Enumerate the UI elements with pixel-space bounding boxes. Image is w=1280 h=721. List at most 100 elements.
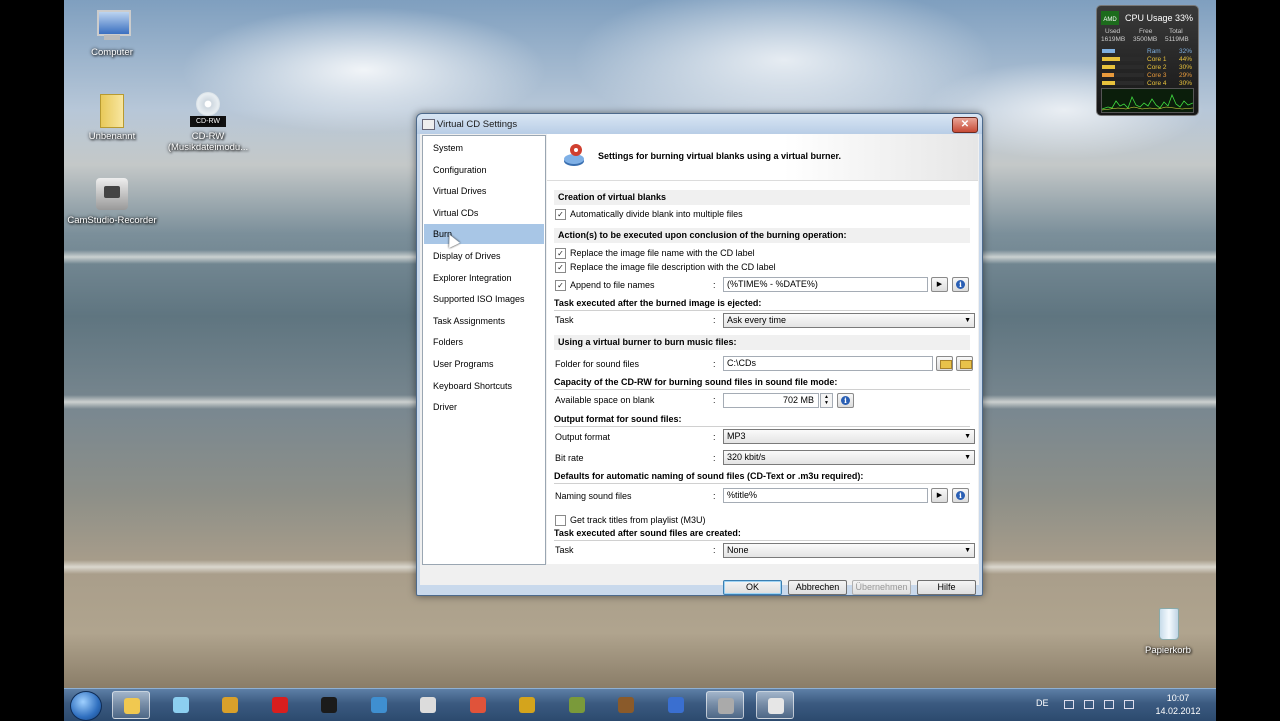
checkbox-replace-name[interactable]: ✓ (555, 248, 566, 259)
naming-input[interactable]: %title% (723, 488, 928, 503)
dialog-titlebar[interactable]: Virtual CD Settings ✕ (417, 114, 982, 134)
info-icon: i (956, 280, 965, 289)
apply-button[interactable]: Übernehmen (852, 580, 911, 595)
nav-item-explorer-integration[interactable]: Explorer Integration (424, 268, 544, 288)
action-center-flag-icon[interactable] (1084, 700, 1094, 709)
cancel-button[interactable]: Abbrechen (788, 580, 847, 595)
nav-item-burn[interactable]: Burn (424, 224, 544, 245)
folder-reset-icon (960, 360, 972, 369)
network-icon[interactable] (1104, 700, 1114, 709)
append-pattern-input[interactable]: (%TIME% - %DATE%) (723, 277, 928, 292)
usage-bar-name: Core 1 (1147, 56, 1167, 63)
space-info-button[interactable]: i (837, 393, 854, 408)
close-icon: ✕ (960, 119, 970, 130)
mem-header-free: Free (1139, 28, 1153, 35)
nav-item-driver[interactable]: Driver (424, 397, 544, 417)
nav-item-keyboard-shortcuts[interactable]: Keyboard Shortcuts (424, 376, 544, 396)
nav-item-supported-iso-images[interactable]: Supported ISO Images (424, 289, 544, 309)
nav-item-virtual-drives[interactable]: Virtual Drives (424, 181, 544, 201)
usage-bar (1102, 73, 1144, 77)
taskbar-app-opera[interactable] (261, 691, 299, 719)
computer-icon (94, 8, 131, 44)
usage-bar-label: Core 1 44% (1147, 56, 1192, 63)
help-button[interactable]: Hilfe (917, 580, 976, 595)
chevron-down-icon: ▼ (964, 547, 971, 554)
append-info-button[interactable]: i (952, 277, 969, 292)
cpu-usage-gadget[interactable]: AMD CPU Usage 33% Used Free Total 1619MB… (1096, 5, 1199, 116)
checkbox-divide[interactable]: ✓ (555, 209, 566, 220)
desktop-icon-label: Papierkorb (1145, 645, 1191, 656)
taskbar-app-app-warrior[interactable] (607, 691, 645, 719)
explorer-icon (124, 698, 140, 714)
nav-item-user-programs[interactable]: User Programs (424, 354, 544, 374)
desktop-icon-label: CamStudio-Recorder (67, 215, 157, 226)
task-after-sound-select[interactable]: None ▼ (723, 543, 975, 558)
dialog-title: Virtual CD Settings (437, 119, 518, 130)
app-coins-icon (519, 697, 535, 713)
taskbar-app-virtual-cd[interactable] (755, 691, 794, 719)
chevron-down-icon: ▼ (964, 433, 971, 440)
close-button[interactable]: ✕ (952, 117, 978, 133)
nav-item-folders[interactable]: Folders (424, 332, 544, 352)
checkbox-append[interactable]: ✓ (555, 280, 566, 291)
taskbar-app-camstudio[interactable] (706, 691, 744, 719)
nav-item-configuration[interactable]: Configuration (424, 160, 544, 180)
browse-folder-button[interactable] (936, 356, 953, 371)
desktop-icon-unbenannt[interactable]: Unbenannt (64, 92, 160, 142)
append-insert-button[interactable]: ▶ (931, 277, 948, 292)
taskbar-app-app-stormtrooper[interactable] (409, 691, 447, 719)
settings-panel: Settings for burning virtual blanks usin… (547, 134, 978, 564)
bitrate-select[interactable]: 320 kbit/s ▼ (723, 450, 975, 465)
usage-bar-name: Core 3 (1147, 72, 1167, 79)
taskbar-app-app-bird[interactable] (459, 691, 497, 719)
checkbox-replace-desc[interactable]: ✓ (555, 262, 566, 273)
checkbox-track-titles[interactable] (555, 515, 566, 526)
opera-icon (271, 697, 288, 713)
nav-item-display-of-drives[interactable]: Display of Drives (424, 246, 544, 266)
camstudio-icon (718, 698, 734, 714)
desktop-icon-camstudio[interactable]: CamStudio-Recorder (64, 176, 160, 226)
taskbar-app-app-pen[interactable] (211, 691, 249, 719)
usage-bar-label: Ram 32% (1147, 48, 1192, 55)
output-format-select[interactable]: MP3 ▼ (723, 429, 975, 444)
ok-button[interactable]: OK (723, 580, 782, 595)
mem-header-used: Used (1105, 28, 1121, 35)
clock-time[interactable]: 10:07 (1148, 693, 1208, 703)
show-hidden-icons-icon[interactable] (1064, 700, 1074, 709)
volume-icon[interactable] (1124, 700, 1134, 709)
usage-bar-label: Core 4 30% (1147, 80, 1192, 87)
taskbar-app-app-shield[interactable] (558, 691, 596, 719)
desktop-icon-label: Computer (91, 47, 133, 58)
taskbar-app-app-blue[interactable] (162, 691, 200, 719)
language-indicator[interactable]: DE (1036, 698, 1049, 708)
taskbar-app-itunes[interactable] (657, 691, 695, 719)
naming-info-button[interactable]: i (952, 488, 969, 503)
field-colon: : (713, 359, 716, 369)
usage-bar-value: 30% (1178, 64, 1192, 71)
taskbar-app-app-globe[interactable] (360, 691, 398, 719)
desktop-icon-cd-rw[interactable]: CD-RW CD-RW (Musikdateimodu... (160, 92, 256, 153)
desktop-icon-label: CD-RW (191, 131, 225, 142)
chevron-down-icon: ▼ (964, 317, 971, 324)
desktop-icon-computer[interactable]: Computer (64, 8, 160, 58)
desktop-icon-recycle-bin[interactable]: Papierkorb (1120, 606, 1216, 656)
reset-folder-button[interactable] (956, 356, 973, 371)
taskbar-app-explorer[interactable] (112, 691, 150, 719)
section-output: Output format for sound files: (554, 413, 970, 427)
taskbar-app-app-coins[interactable] (508, 691, 546, 719)
space-input[interactable]: 702 MB (723, 393, 819, 408)
start-button[interactable] (70, 691, 102, 721)
nav-item-system[interactable]: System (424, 138, 544, 158)
clock-date[interactable]: 14.02.2012 (1148, 706, 1208, 716)
spin-down-icon[interactable]: ▼ (821, 400, 832, 406)
folder-input[interactable]: C:\CDs (723, 356, 933, 371)
usage-bar-label: Core 2 30% (1147, 64, 1192, 71)
nav-item-virtual-cds[interactable]: Virtual CDs (424, 203, 544, 223)
nav-item-task-assignments[interactable]: Task Assignments (424, 311, 544, 331)
taskbar-app-steam[interactable] (310, 691, 348, 719)
space-spinner[interactable]: ▲ ▼ (820, 393, 833, 408)
naming-insert-button[interactable]: ▶ (931, 488, 948, 503)
gadget-title: CPU Usage (1125, 13, 1173, 23)
task-after-burn-select[interactable]: Ask every time ▼ (723, 313, 975, 328)
usage-bar-value: 29% (1178, 72, 1192, 79)
